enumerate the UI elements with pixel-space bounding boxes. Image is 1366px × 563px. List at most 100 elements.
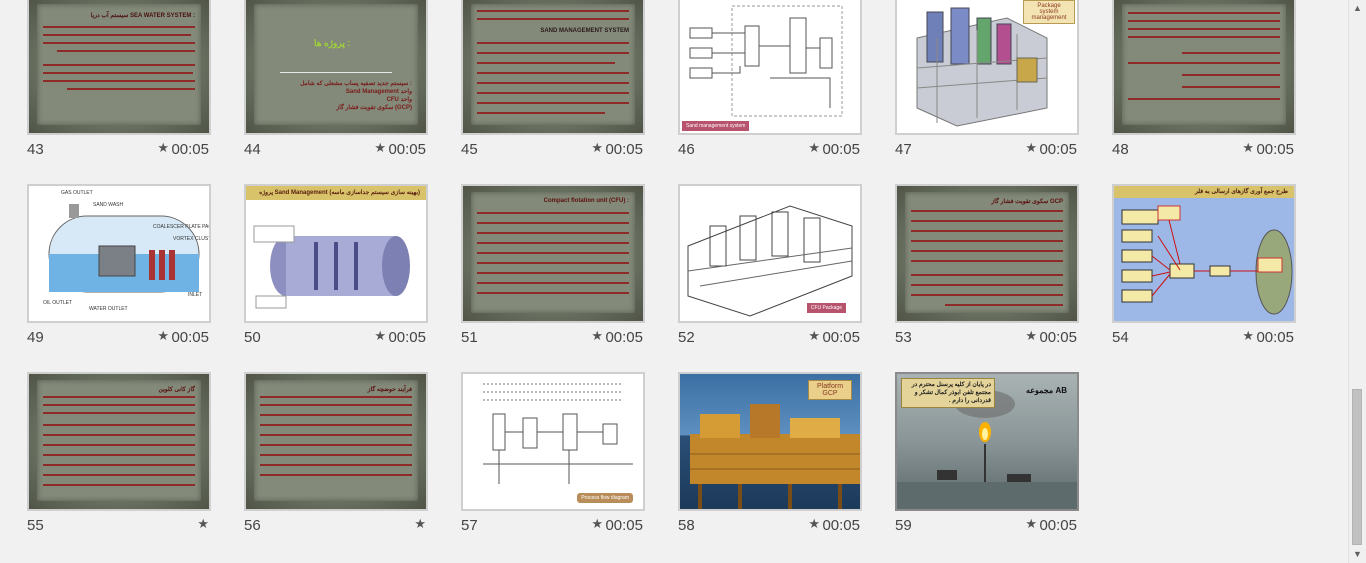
slide-43[interactable]: سیستم آب دریا SEA WATER SYSTEM : 43 ★ 00… <box>27 0 211 161</box>
slide-thumbnail[interactable]: فرآیند حوضچه گاز <box>244 372 428 511</box>
slide-44[interactable]: پروژه ها : سیستم جدید تصفیه پساب مشعلی ک… <box>244 0 428 161</box>
flow-diagram <box>1121 205 1293 315</box>
label-coalescer: COALESCER PLATE PACK <box>153 224 211 230</box>
slide-thumbnail[interactable] <box>1112 0 1296 135</box>
vessel-cutaway-image <box>253 225 410 309</box>
process-flow-diagram <box>483 383 633 484</box>
slide-thumbnail[interactable]: Sand management system <box>678 0 862 135</box>
slide-53[interactable]: سکوی تقویت فشار گاز GCP 53 ★ 00:05 <box>895 184 1079 349</box>
slide-duration: 00:05 <box>1256 329 1294 346</box>
slide-thumbnail[interactable]: سکوی تقویت فشار گاز GCP <box>895 184 1079 323</box>
star-icon[interactable]: ★ <box>808 328 820 344</box>
slide-number: 45 <box>461 141 478 158</box>
label-oil-outlet: OIL OUTLET <box>43 300 72 306</box>
star-icon[interactable]: ★ <box>374 140 386 156</box>
slide-duration: 00:05 <box>171 329 209 346</box>
slide-title: Compact flotation unit (CFU) : <box>543 198 629 204</box>
slide-59[interactable]: در پایان از کلیه پرسنل محترم در مجتمع تل… <box>895 372 1079 537</box>
slide-thumbnail[interactable]: طرح جمع آوری گازهای ارسالی به فلر <box>1112 184 1296 323</box>
slide-caption: در پایان از کلیه پرسنل محترم در مجتمع تل… <box>901 378 995 408</box>
slide-number: 51 <box>461 329 478 346</box>
star-icon[interactable]: ★ <box>591 516 603 532</box>
star-icon[interactable]: ★ <box>591 328 603 344</box>
label-sand-wash: SAND WASH <box>93 202 124 208</box>
slide-49[interactable]: GAS OUTLET SAND WASH COALESCER PLATE PAC… <box>27 184 211 349</box>
slide-duration: 00:05 <box>1039 141 1077 158</box>
slide-thumbnail[interactable]: سیستم آب دریا SEA WATER SYSTEM : <box>27 0 211 135</box>
slide-title: سکوی تقویت فشار گاز GCP <box>991 199 1063 205</box>
slide-number: 52 <box>678 329 695 346</box>
slide-thumbnail[interactable]: SAND MANAGEMENT SYSTEM <box>461 0 645 135</box>
scrollbar-thumb[interactable] <box>1352 389 1362 545</box>
slide-46[interactable]: Sand management system 46 ★ 00:05 <box>678 0 862 161</box>
label-vortex-cluster: VORTEX CLUSTER <box>173 236 211 242</box>
slide-title: SAND MANAGEMENT SYSTEM <box>540 28 629 34</box>
slide-duration: 00:05 <box>1256 141 1294 158</box>
slide-thumbnail[interactable]: گاز کانی کلوین <box>27 372 211 511</box>
slide-thumbnail[interactable]: Process flow diagram <box>461 372 645 511</box>
star-icon[interactable]: ★ <box>591 140 603 156</box>
label-inlet: INLET <box>188 292 203 298</box>
slide-50[interactable]: پروژه Sand Management (بهینه سازی سیستم … <box>244 184 428 349</box>
star-icon[interactable]: ★ <box>808 516 820 532</box>
slide-thumbnail[interactable]: در پایان از کلیه پرسنل محترم در مجتمع تل… <box>895 372 1079 511</box>
star-icon[interactable]: ★ <box>1025 140 1037 156</box>
slide-item: سیستم جدید تصفیه پساب مشعلی که شامل : <box>300 81 412 87</box>
slide-item: سکوی تقویت فشار گاز (GCP) <box>336 105 412 111</box>
slide-number: 46 <box>678 141 695 158</box>
scroll-up-arrow-icon[interactable]: ▲ <box>1349 0 1366 17</box>
slide-number: 48 <box>1112 141 1129 158</box>
star-icon[interactable]: ★ <box>157 140 169 156</box>
star-icon[interactable]: ★ <box>374 328 386 344</box>
star-icon[interactable]: ★ <box>1025 328 1037 344</box>
slide-thumbnail[interactable]: Package system management <box>895 0 1079 135</box>
vertical-scrollbar[interactable]: ▲ ▼ <box>1348 0 1366 563</box>
slide-number: 43 <box>27 141 44 158</box>
slide-number: 53 <box>895 329 912 346</box>
slide-number: 57 <box>461 517 478 534</box>
slide-duration: 00:05 <box>822 141 860 158</box>
slide-number: 50 <box>244 329 261 346</box>
slide-47[interactable]: Package system management 47 ★ 00:05 <box>895 0 1079 161</box>
slide-55[interactable]: گاز کانی کلوین 55 ★ <box>27 372 211 537</box>
slide-57[interactable]: Process flow diagram 57 ★ 00:05 <box>461 372 645 537</box>
slide-number: 44 <box>244 141 261 158</box>
slide-number: 47 <box>895 141 912 158</box>
slide-56[interactable]: فرآیند حوضچه گاز 56 ★ <box>244 372 428 537</box>
slide-48[interactable]: 48 ★ 00:05 <box>1112 0 1296 161</box>
slide-duration: 00:05 <box>1039 329 1077 346</box>
slide-52[interactable]: CFU Package 52 ★ 00:05 <box>678 184 862 349</box>
star-icon[interactable]: ★ <box>1242 140 1254 156</box>
slide-thumbnail[interactable]: GAS OUTLET SAND WASH COALESCER PLATE PAC… <box>27 184 211 323</box>
slide-58[interactable]: Platform GCP 58 ★ 00:05 <box>678 372 862 537</box>
slide-number: 49 <box>27 329 44 346</box>
slide-duration: 00:05 <box>822 517 860 534</box>
slide-duration: 00:05 <box>822 329 860 346</box>
slide-number: 56 <box>244 517 261 534</box>
star-icon[interactable]: ★ <box>414 516 426 532</box>
slide-51[interactable]: Compact flotation unit (CFU) : 51 ★ 00:0… <box>461 184 645 349</box>
slide-45[interactable]: SAND MANAGEMENT SYSTEM 45 ★ 00:05 <box>461 0 645 161</box>
slide-item: Sand Management واحد <box>345 89 412 95</box>
slide-tag: Process flow diagram <box>577 493 633 503</box>
star-icon[interactable]: ★ <box>1242 328 1254 344</box>
star-icon[interactable]: ★ <box>157 328 169 344</box>
slide-number: 58 <box>678 517 695 534</box>
star-icon[interactable]: ★ <box>808 140 820 156</box>
star-icon[interactable]: ★ <box>197 516 209 532</box>
slide-thumbnail[interactable]: پروژه Sand Management (بهینه سازی سیستم … <box>244 184 428 323</box>
slide-thumbnail[interactable]: CFU Package <box>678 184 862 323</box>
slide-title: گاز کانی کلوین <box>158 387 195 393</box>
slide-duration: 00:05 <box>605 517 643 534</box>
skid-drawing <box>687 205 853 317</box>
slide-number: 59 <box>895 517 912 534</box>
slide-duration: 00:05 <box>605 141 643 158</box>
scroll-down-arrow-icon[interactable]: ▼ <box>1349 546 1366 563</box>
slide-title: پروژه ها : <box>314 38 351 48</box>
star-icon[interactable]: ★ <box>1025 516 1037 532</box>
slide-thumbnail[interactable]: پروژه ها : سیستم جدید تصفیه پساب مشعلی ک… <box>244 0 428 135</box>
slide-thumbnail[interactable]: Platform GCP <box>678 372 862 511</box>
slide-brand: مجموعه AB <box>1025 386 1067 395</box>
slide-54[interactable]: طرح جمع آوری گازهای ارسالی به فلر 54 ★ 0… <box>1112 184 1296 349</box>
slide-thumbnail[interactable]: Compact flotation unit (CFU) : <box>461 184 645 323</box>
